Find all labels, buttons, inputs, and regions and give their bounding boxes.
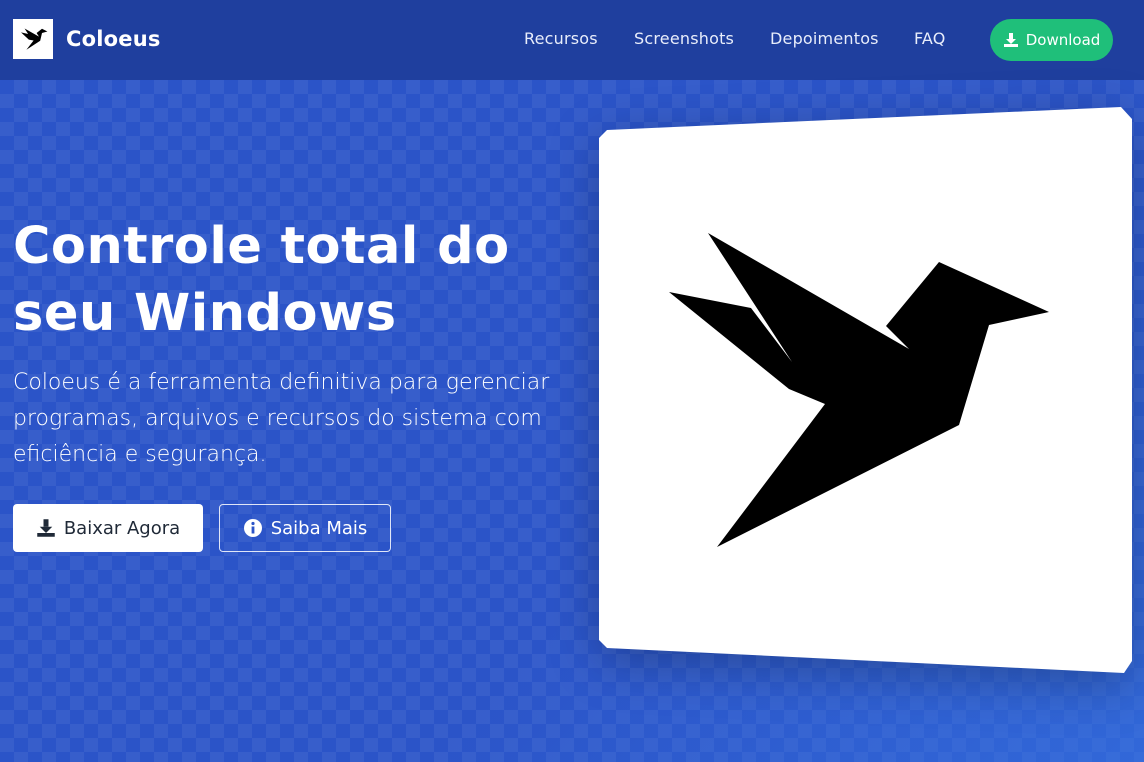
download-now-button[interactable]: Baixar Agora (13, 504, 203, 552)
hero-title-line2: seu Windows (13, 284, 397, 343)
hero-title-line1: Controle total do (13, 217, 510, 276)
download-icon (37, 519, 55, 537)
download-icon (1003, 33, 1018, 47)
navbar: Coloeus Recursos Screenshots Depoimentos… (0, 0, 1144, 80)
learn-more-button[interactable]: Saiba Mais (219, 504, 391, 552)
nav-download-button[interactable]: Download (990, 19, 1113, 61)
nav-link-recursos[interactable]: Recursos (524, 29, 598, 48)
hero-image-card (599, 107, 1132, 673)
nav-links: Recursos Screenshots Depoimentos FAQ (0, 0, 1144, 80)
hero-section: Controle total do seu Windows Coloeus é … (0, 80, 1144, 762)
hero-title: Controle total do seu Windows (13, 213, 573, 347)
hero-image (599, 107, 1132, 673)
nav-download-label: Download (1025, 31, 1101, 49)
download-now-label: Baixar Agora (63, 517, 181, 539)
hero-description: Coloeus é a ferramenta definitiva para g… (13, 370, 550, 467)
nav-link-faq[interactable]: FAQ (914, 29, 946, 48)
learn-more-label: Saiba Mais (270, 517, 368, 539)
nav-link-screenshots[interactable]: Screenshots (634, 29, 734, 48)
info-icon (243, 519, 262, 537)
nav-link-depoimentos[interactable]: Depoimentos (770, 29, 879, 48)
